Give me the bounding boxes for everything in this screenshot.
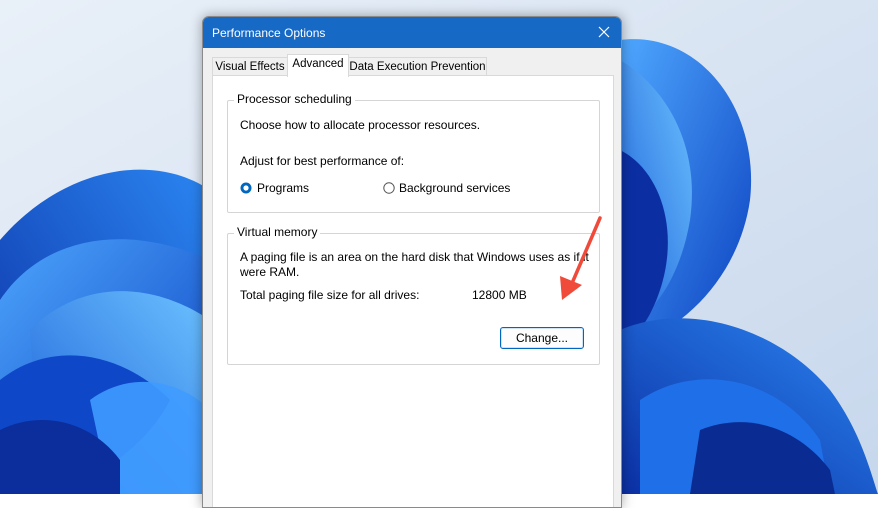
group-legend: Virtual memory <box>234 225 321 239</box>
total-paging-value: 12800 MB <box>472 288 527 302</box>
tab-visual-effects[interactable]: Visual Effects <box>212 57 288 77</box>
tab-strip: Visual Effects Advanced Data Execution P… <box>203 54 621 77</box>
tab-data-execution-prevention[interactable]: Data Execution Prevention <box>348 57 487 77</box>
window-title: Performance Options <box>212 26 326 40</box>
tab-advanced[interactable]: Advanced <box>287 54 349 77</box>
processor-scheduling-group: Processor scheduling Choose how to alloc… <box>227 92 600 213</box>
radio-programs[interactable] <box>240 182 252 194</box>
group-legend: Processor scheduling <box>234 92 355 106</box>
virtual-memory-description-line1: A paging file is an area on the hard dis… <box>240 250 589 264</box>
virtual-memory-description-line2: were RAM. <box>240 265 300 279</box>
radio-background-services-label[interactable]: Background services <box>399 181 510 195</box>
title-bar[interactable]: Performance Options <box>203 17 621 48</box>
red-arrow-icon <box>560 216 602 300</box>
change-button[interactable]: Change... <box>500 327 584 349</box>
tab-label: Visual Effects <box>215 61 285 73</box>
processor-description: Choose how to allocate processor resourc… <box>240 118 481 132</box>
close-button[interactable] <box>587 17 621 48</box>
close-icon <box>598 26 610 38</box>
radio-programs-label[interactable]: Programs <box>257 181 309 195</box>
tab-label: Data Execution Prevention <box>349 61 486 73</box>
adjust-label: Adjust for best performance of: <box>240 154 405 168</box>
radio-background-services[interactable] <box>383 182 395 194</box>
total-paging-label: Total paging file size for all drives: <box>240 288 420 302</box>
tab-label: Advanced <box>292 58 344 70</box>
